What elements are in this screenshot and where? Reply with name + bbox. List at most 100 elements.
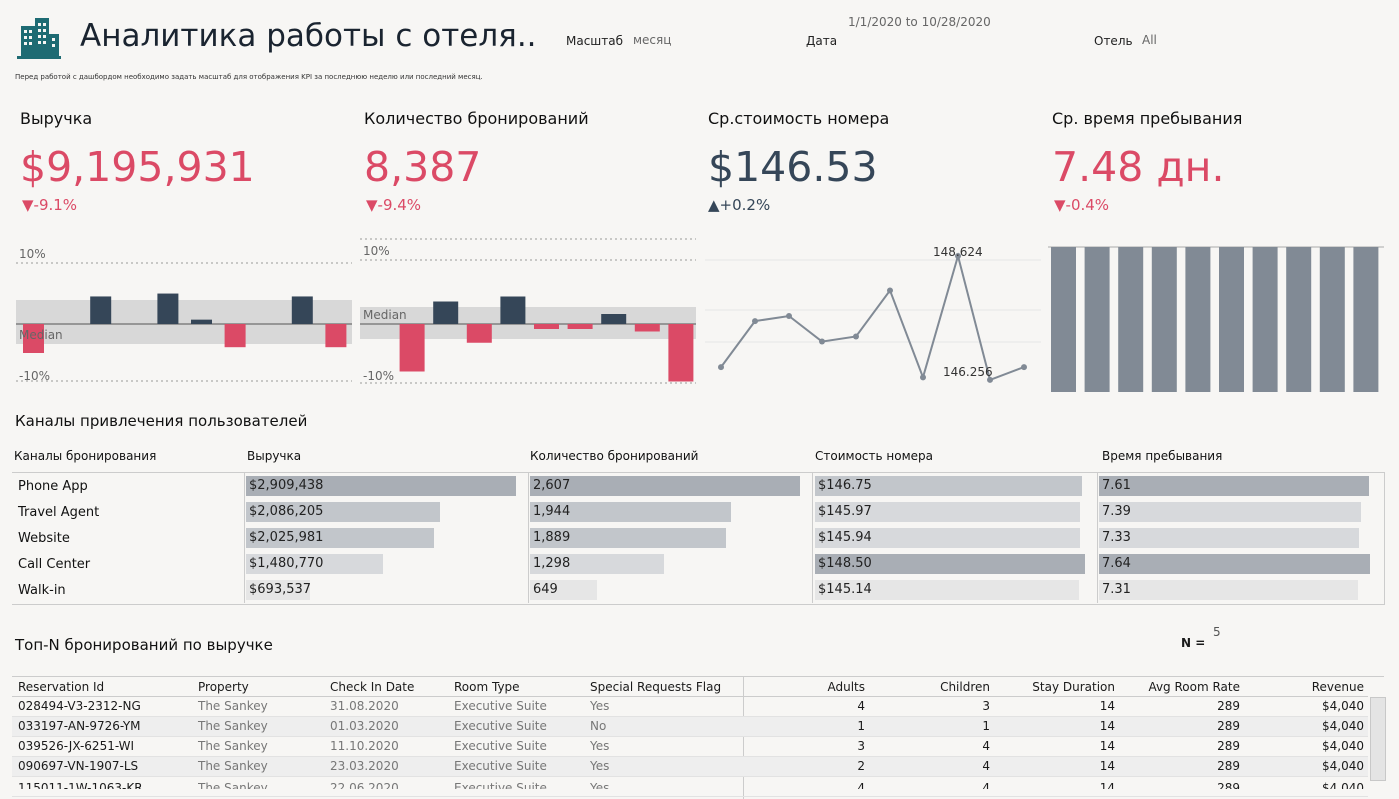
topn-cell: 3 — [982, 699, 990, 713]
revenue-col-header: Выручка — [247, 449, 302, 463]
topn-col-header[interactable]: Avg Room Rate — [1148, 680, 1240, 694]
revenue-bar-cell: $2,025,981 — [246, 528, 516, 548]
topn-section-title: Топ-N бронирований по выручке — [15, 636, 273, 654]
topn-cell: 1 — [982, 719, 990, 733]
stay-bar — [1084, 247, 1110, 392]
bar-value: $1,480,770 — [249, 556, 324, 571]
date-range-filter[interactable]: 1/1/2020 to 10/28/2020 — [848, 15, 991, 29]
topn-cell: 4 — [982, 759, 990, 773]
topn-col-header[interactable]: Check In Date — [330, 680, 414, 694]
topn-cell: 4 — [982, 739, 990, 753]
bookings-col-header: Количество бронирований — [530, 449, 699, 463]
topn-cell: 14 — [1099, 759, 1115, 773]
channel-name: Call Center — [18, 557, 91, 572]
kpi-room-cost-label: Ср.стоимость номера — [708, 109, 890, 128]
revenue-bar — [325, 324, 347, 348]
bar-value: 7.61 — [1102, 478, 1131, 493]
topn-cell: 23.03.2020 — [330, 759, 399, 773]
bookings-bar-cell: 1,889 — [530, 528, 800, 548]
scale-filter-label: Масштаб — [566, 34, 624, 48]
topn-cell: $4,040 — [1322, 759, 1364, 773]
bookings-deviation-chart: 10% Median -10% — [360, 238, 696, 384]
bookings-bar — [601, 314, 627, 324]
scale-filter-dropdown[interactable]: месяц — [633, 33, 671, 47]
topn-cell: 3 — [857, 739, 865, 753]
stay-bar — [1118, 247, 1144, 392]
topn-cell: The Sankey — [198, 719, 268, 733]
channel-name: Travel Agent — [18, 505, 100, 520]
topn-cell: 4 — [857, 781, 865, 789]
chart-label-median: Median — [363, 308, 407, 322]
topn-col-header[interactable]: Property — [198, 680, 249, 694]
channel-name: Walk-in — [18, 583, 66, 598]
stay-bar — [1353, 247, 1379, 392]
line-point — [853, 333, 859, 340]
topn-cell: 028494-V3-2312-NG — [18, 699, 141, 713]
stay-col-header: Время пребывания — [1102, 449, 1223, 463]
bar-value: $145.94 — [818, 530, 872, 545]
room-cost-bar-cell: $145.97 — [815, 502, 1085, 522]
hotel-filter-dropdown[interactable]: All — [1142, 33, 1157, 47]
revenue-bar-cell: $2,086,205 — [246, 502, 516, 522]
stay-bar-cell: 7.33 — [1099, 528, 1370, 548]
topn-col-header[interactable]: Special Requests Flag — [590, 680, 721, 694]
bookings-bar — [567, 324, 593, 329]
topn-cell: 289 — [1217, 699, 1240, 713]
revenue-bar — [291, 296, 313, 324]
kpi-revenue-label: Выручка — [20, 109, 93, 128]
line-point — [819, 338, 825, 345]
bookings-bar — [500, 296, 526, 324]
room-cost-bar-cell: $145.14 — [815, 580, 1085, 600]
chart-label-top: 10% — [363, 244, 390, 258]
line-point — [718, 364, 724, 371]
topn-col-header[interactable]: Revenue — [1312, 680, 1364, 694]
stay-bar-cell: 7.61 — [1099, 476, 1370, 496]
topn-cell: Yes — [590, 781, 610, 789]
topn-cell: 115011-1W-1063-KR — [18, 781, 143, 789]
kpi-stay-label: Ср. время пребывания — [1052, 109, 1243, 128]
bookings-bar — [634, 324, 660, 332]
bar-value: $2,086,205 — [249, 504, 324, 519]
topn-n-input[interactable]: 5 — [1213, 625, 1221, 639]
topn-cell: 11.10.2020 — [330, 739, 399, 753]
topn-cell: $4,040 — [1322, 719, 1364, 733]
bar-value: $146.75 — [818, 478, 872, 493]
topn-col-header[interactable]: Children — [940, 680, 990, 694]
topn-cell: 4 — [982, 781, 990, 789]
bar-fill — [1099, 502, 1362, 522]
topn-cell: $4,040 — [1322, 739, 1364, 753]
bookings-bar — [534, 324, 559, 329]
topn-col-header[interactable]: Adults — [827, 680, 865, 694]
topn-scrollbar[interactable] — [1370, 697, 1386, 781]
topn-cell: 090697-VN-1907-LS — [18, 759, 139, 773]
bar-value: 7.31 — [1102, 582, 1131, 597]
bar-value: 1,889 — [533, 530, 571, 545]
stay-duration-chart — [1048, 246, 1384, 392]
bookings-bar-cell: 1,298 — [530, 554, 800, 574]
revenue-bar-cell: $2,909,438 — [246, 476, 516, 496]
bar-value: 1,298 — [533, 556, 571, 571]
stay-bar-cell: 7.64 — [1099, 554, 1370, 574]
topn-col-header[interactable]: Stay Duration — [1032, 680, 1115, 694]
channel-name: Website — [18, 531, 70, 546]
topn-cell: 01.03.2020 — [330, 719, 399, 733]
topn-col-header[interactable]: Reservation Id — [18, 680, 104, 694]
line-point — [1021, 364, 1027, 371]
topn-cell: Executive Suite — [454, 739, 547, 753]
page-subtitle: Перед работой с дашбордом необходимо зад… — [15, 73, 483, 81]
channels-section-title: Каналы привлечения пользователей — [15, 412, 308, 430]
bookings-bar — [399, 324, 425, 372]
kpi-room-cost-value: $146.53 — [708, 143, 878, 191]
chart-label-median: Median — [19, 328, 63, 342]
hotel-filter-label: Отель — [1094, 34, 1133, 48]
bar-value: 7.64 — [1102, 556, 1131, 571]
topn-cell: Yes — [590, 759, 610, 773]
topn-cell: Executive Suite — [454, 781, 547, 789]
topn-cell: Yes — [590, 699, 610, 713]
topn-col-header[interactable]: Room Type — [454, 680, 520, 694]
topn-cell: 14 — [1099, 781, 1115, 789]
topn-row-divider — [12, 796, 1368, 797]
room-cost-trend-chart: 148.624 146.256 — [705, 245, 1041, 383]
bookings-bar — [466, 324, 492, 343]
revenue-bar-cell: $1,480,770 — [246, 554, 516, 574]
